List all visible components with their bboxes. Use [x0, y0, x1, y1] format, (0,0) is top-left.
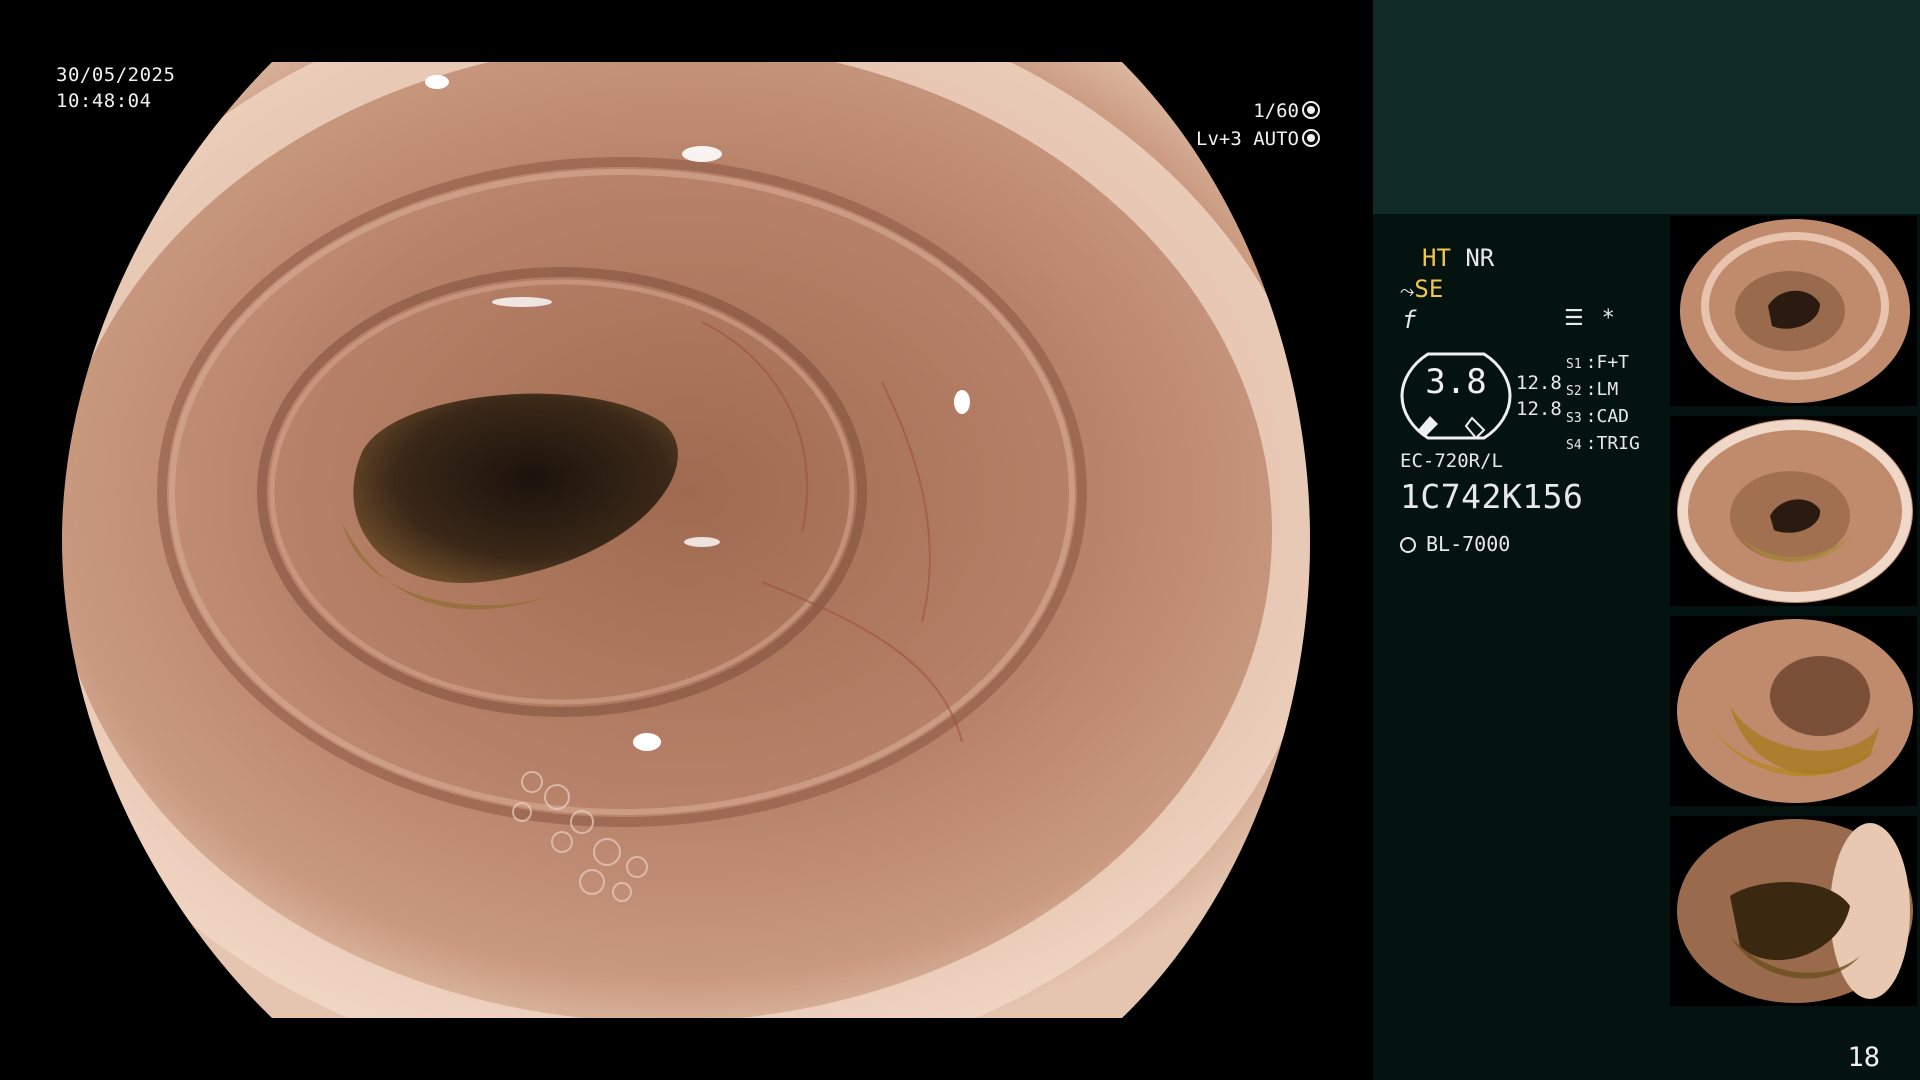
list-icon: ☰ [1564, 306, 1584, 331]
time-text: 10:48:04 [56, 90, 152, 112]
setting-s1: S1:F+T [1566, 352, 1630, 373]
light-source-row: BL-7000 [1400, 532, 1510, 556]
date-text: 30/05/2025 [56, 64, 176, 86]
nr-label: NR [1465, 244, 1495, 272]
setting-s4: S4:TRIG [1566, 433, 1640, 454]
capture-thumbnail[interactable] [1670, 216, 1917, 406]
shutter-text: 1/60 [1253, 100, 1299, 122]
se-label: SE [1414, 275, 1444, 303]
endoscope-image [62, 62, 1310, 1018]
stats-column: 12.8 12.8 [1516, 370, 1562, 422]
shutter-readout: 1/60 [1180, 98, 1320, 124]
stat-2: 12.8 [1516, 398, 1562, 420]
light-source-icon [1400, 537, 1416, 553]
capture-thumbnail[interactable] [1670, 616, 1917, 806]
datetime-readout: 30/05/2025 10:48:04 [56, 62, 175, 114]
setting-s2: S2:LM [1566, 379, 1619, 400]
light-source-text: BL-7000 [1426, 532, 1511, 556]
ht-nr-row: HT NR [1422, 243, 1494, 273]
scope-serial: 1C742K156 [1400, 477, 1584, 516]
panel-info-area [1373, 214, 1673, 1080]
star-icon: * [1602, 306, 1614, 331]
panel-icons: ☰ * [1564, 306, 1626, 331]
level-text: Lv+3 [1196, 128, 1242, 150]
capture-thumbnail[interactable] [1670, 816, 1917, 1006]
capture-thumbnail[interactable] [1670, 416, 1917, 606]
page-number: 18 [1847, 1042, 1880, 1073]
panel-header-area [1373, 0, 1920, 214]
enhance-icon: ⤳ [1400, 281, 1415, 302]
exposure-readout: Lv+3 AUTO [1180, 126, 1320, 152]
stat-1: 12.8 [1516, 372, 1562, 394]
freeze-symbol: f [1402, 306, 1417, 334]
endoscope-view: 30/05/2025 10:48:04 1/60 Lv+3 AUTO [0, 0, 1372, 1080]
zoom-value: 3.8 [1425, 362, 1487, 402]
switch-settings: S1:F+T S2:LM S3:CAD S4:TRIG [1566, 350, 1640, 458]
auto-iris-icon [1302, 129, 1320, 147]
ht-label: HT [1422, 244, 1451, 272]
scope-model: EC-720R/L [1400, 450, 1503, 472]
mode-text: AUTO [1253, 128, 1299, 150]
shutter-icon [1302, 101, 1320, 119]
setting-s3: S3:CAD [1566, 406, 1630, 427]
se-row: ⤳SE [1400, 274, 1443, 307]
